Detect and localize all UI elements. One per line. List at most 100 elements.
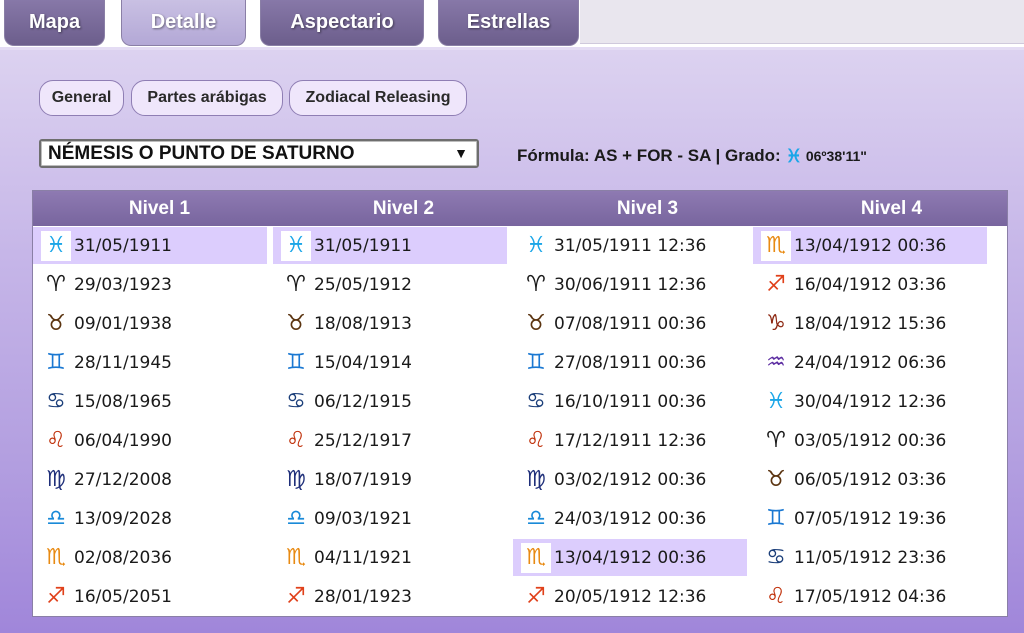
table-cell[interactable]: ♈︎ 29/03/1923 (33, 265, 276, 304)
table-cell[interactable]: ♓︎ 31/05/1911 (273, 226, 516, 265)
table-cell[interactable]: ♐︎ 16/04/1912 03:36 (753, 265, 996, 304)
cell-date: 18/04/1912 15:36 (794, 313, 947, 334)
column-nivel-3: ♓︎ 31/05/1911 12:36 ♈︎ 30/06/1911 12:36 ♉︎ 07… (513, 226, 756, 616)
table-cell[interactable]: ♐︎ 20/05/1912 12:36 (513, 577, 756, 616)
header-nivel-1: Nivel 1 (128, 197, 191, 219)
header-nivel-3: Nivel 3 (616, 197, 679, 219)
aries-icon: ♈︎ (286, 271, 306, 297)
cell-date: 18/08/1913 (314, 313, 412, 334)
cell-date: 04/11/1921 (314, 547, 412, 568)
sagittarius-icon: ♐︎ (766, 271, 786, 297)
table-cell[interactable]: ♉︎ 06/05/1912 03:36 (753, 460, 996, 499)
cancer-icon: ♋︎ (526, 388, 546, 414)
table-cell[interactable]: ♋︎ 16/10/1911 00:36 (513, 382, 756, 421)
table-cell[interactable]: ♍︎ 03/02/1912 00:36 (513, 460, 756, 499)
table-cell[interactable]: ♈︎ 30/06/1911 12:36 (513, 265, 756, 304)
table-cell[interactable]: ♏︎ 13/04/1912 00:36 (753, 226, 996, 265)
scorpio-icon: ♏︎ (46, 544, 66, 570)
table-cell[interactable]: ♎︎ 09/03/1921 (273, 499, 516, 538)
cell-date: 03/02/1912 00:36 (554, 469, 707, 490)
taurus-icon: ♉︎ (286, 310, 306, 336)
table-cell[interactable]: ♓︎ 30/04/1912 12:36 (753, 382, 996, 421)
pisces-icon: ♓︎ (766, 388, 786, 414)
cell-date: 13/09/2028 (74, 508, 172, 529)
table-cell[interactable]: ♊︎ 27/08/1911 00:36 (513, 343, 756, 382)
table-cell[interactable]: ♉︎ 18/08/1913 (273, 304, 516, 343)
table-cell[interactable]: ♋︎ 11/05/1912 23:36 (753, 538, 996, 577)
pisces-icon: ♓︎ (41, 230, 71, 261)
leo-icon: ♌︎ (286, 427, 306, 453)
table-cell[interactable]: ♓︎ 31/05/1911 12:36 (513, 226, 756, 265)
table-cell[interactable]: ♌︎ 06/04/1990 (33, 421, 276, 460)
tab-estrellas[interactable]: Estrellas (438, 0, 579, 46)
table-cell[interactable]: ♑︎ 18/04/1912 15:36 (753, 304, 996, 343)
table-cell[interactable]: ♏︎ 04/11/1921 (273, 538, 516, 577)
pisces-icon: ♓︎ (281, 230, 311, 261)
tab-bar-background (580, 0, 1024, 44)
cell-date: 17/12/1911 12:36 (554, 430, 707, 451)
cell-date: 29/03/1923 (74, 274, 172, 295)
aries-icon: ♈︎ (766, 427, 786, 453)
cell-date: 24/04/1912 06:36 (794, 352, 947, 373)
table-cell[interactable]: ♎︎ 24/03/1912 00:36 (513, 499, 756, 538)
table-cell[interactable]: ♐︎ 28/01/1923 (273, 577, 516, 616)
table-cell[interactable]: ♈︎ 25/05/1912 (273, 265, 516, 304)
virgo-icon: ♍︎ (526, 466, 546, 492)
cell-date: 15/04/1914 (314, 352, 412, 373)
tab-aspectario[interactable]: Aspectario (260, 0, 424, 46)
tab-detalle[interactable]: Detalle (121, 0, 246, 46)
table-cell[interactable]: ♏︎ 02/08/2036 (33, 538, 276, 577)
cell-date: 16/10/1911 00:36 (554, 391, 707, 412)
table-cell[interactable]: ♈︎ 03/05/1912 00:36 (753, 421, 996, 460)
gemini-icon: ♊︎ (526, 349, 546, 375)
cell-date: 07/08/1911 00:36 (554, 313, 707, 334)
cell-date: 11/05/1912 23:36 (794, 547, 947, 568)
cell-date: 15/08/1965 (74, 391, 172, 412)
leo-icon: ♌︎ (526, 427, 546, 453)
table-cell[interactable]: ♉︎ 09/01/1938 (33, 304, 276, 343)
cell-date: 24/03/1912 00:36 (554, 508, 707, 529)
table-cell[interactable]: ♊︎ 28/11/1945 (33, 343, 276, 382)
table-cell[interactable]: ♋︎ 06/12/1915 (273, 382, 516, 421)
table-cell[interactable]: ♒︎ 24/04/1912 06:36 (753, 343, 996, 382)
table-cell[interactable]: ♍︎ 27/12/2008 (33, 460, 276, 499)
table-cell[interactable]: ♏︎ 13/04/1912 00:36 (513, 538, 756, 577)
arabic-part-select[interactable]: NÉMESIS O PUNTO DE SATURNO ▼ (39, 139, 479, 168)
chevron-down-icon: ▼ (454, 145, 468, 161)
table-cell[interactable]: ♍︎ 18/07/1919 (273, 460, 516, 499)
aries-icon: ♈︎ (526, 271, 546, 297)
libra-icon: ♎︎ (46, 505, 66, 531)
tab-mapa[interactable]: Mapa (4, 0, 105, 46)
sagittarius-icon: ♐︎ (286, 583, 306, 609)
subtab-general[interactable]: General (39, 80, 124, 116)
taurus-icon: ♉︎ (526, 310, 546, 336)
virgo-icon: ♍︎ (46, 466, 66, 492)
table-cell[interactable]: ♌︎ 17/05/1912 04:36 (753, 577, 996, 616)
table-cell[interactable]: ♌︎ 25/12/1917 (273, 421, 516, 460)
table-cell[interactable]: ♉︎ 07/08/1911 00:36 (513, 304, 756, 343)
capricorn-icon: ♑︎ (766, 310, 786, 336)
table-cell[interactable]: ♐︎ 16/05/2051 (33, 577, 276, 616)
pisces-icon: ♓︎ (785, 145, 802, 166)
leo-icon: ♌︎ (766, 583, 786, 609)
table-cell[interactable]: ♊︎ 15/04/1914 (273, 343, 516, 382)
scorpio-icon: ♏︎ (761, 230, 791, 261)
aquarius-icon: ♒︎ (766, 349, 786, 375)
cell-date: 06/12/1915 (314, 391, 412, 412)
table-cell[interactable]: ♌︎ 17/12/1911 12:36 (513, 421, 756, 460)
sagittarius-icon: ♐︎ (526, 583, 546, 609)
taurus-icon: ♉︎ (46, 310, 66, 336)
cell-date: 27/08/1911 00:36 (554, 352, 707, 373)
formula-label: Fórmula: AS + FOR - SA | Grado: (517, 146, 781, 165)
cell-date: 27/12/2008 (74, 469, 172, 490)
cell-date: 09/03/1921 (314, 508, 412, 529)
cell-date: 07/05/1912 19:36 (794, 508, 947, 529)
tab-bar: Mapa Detalle Aspectario Estrellas (0, 0, 1024, 47)
sagittarius-icon: ♐︎ (46, 583, 66, 609)
table-cell[interactable]: ♎︎ 13/09/2028 (33, 499, 276, 538)
table-cell[interactable]: ♊︎ 07/05/1912 19:36 (753, 499, 996, 538)
subtab-zodiacal-releasing[interactable]: Zodiacal Releasing (289, 80, 467, 116)
table-cell[interactable]: ♋︎ 15/08/1965 (33, 382, 276, 421)
subtab-partes-arabigas[interactable]: Partes arábigas (131, 80, 283, 116)
table-cell[interactable]: ♓︎ 31/05/1911 (33, 226, 276, 265)
